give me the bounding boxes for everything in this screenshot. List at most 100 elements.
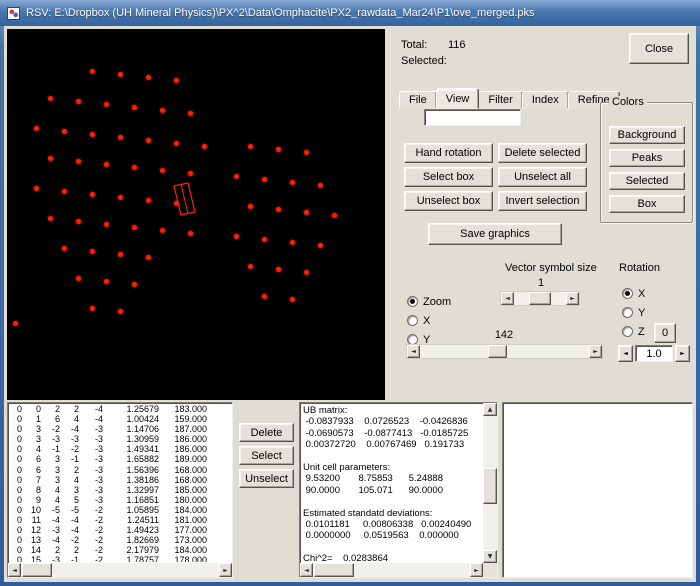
zoom-radio-zoom[interactable]: Zoom (407, 292, 451, 311)
tab-file[interactable]: File (399, 91, 437, 109)
list-cell: -3 (41, 434, 60, 444)
rotation-zero-button[interactable]: 0 (654, 323, 676, 343)
zoom-radio-x[interactable]: X (407, 311, 451, 330)
list-item[interactable]: 01422-22.17979184.000 (9, 545, 231, 555)
colors-background-button[interactable]: Background (609, 126, 685, 144)
list-item[interactable]: 0022-41.25679183.000 (9, 404, 231, 414)
radio-label: X (423, 315, 430, 327)
list-item[interactable]: 0164-41.00424159.000 (9, 414, 231, 424)
list-cell: 1.05895 (103, 505, 159, 515)
list-item[interactable]: 0843-31.32997185.000 (9, 485, 231, 495)
rotation-radio-y[interactable]: Y (622, 303, 645, 322)
list-item[interactable]: 015-3-1-21.78757178.000 (9, 555, 231, 562)
list-cell: 0 (9, 444, 22, 454)
list-item[interactable]: 011-4-4-21.24511181.000 (9, 515, 231, 525)
scrollbar-thumb[interactable] (488, 345, 507, 358)
peak-dot (248, 264, 253, 269)
delete-button[interactable]: Delete (239, 423, 294, 442)
list-cell: -2 (79, 535, 103, 545)
list-cell: 5 (60, 495, 79, 505)
close-button[interactable]: Close (629, 33, 689, 64)
peak-dot (90, 132, 95, 137)
info-panel[interactable] (502, 402, 693, 578)
list-cell: 186.000 (159, 434, 207, 444)
save-graphics-button[interactable]: Save graphics (428, 223, 562, 245)
results-vscrollbar[interactable]: ▲ ▼ (483, 403, 497, 563)
tab-filter[interactable]: Filter (478, 91, 522, 109)
tab-index[interactable]: Index (522, 91, 569, 109)
peak-dot (132, 165, 137, 170)
results-line: 0.00372720 0.00767469 0.191733 (303, 439, 482, 450)
list-item[interactable]: 010-5-5-21.05895184.000 (9, 505, 231, 515)
scrollbar-track[interactable] (21, 563, 219, 577)
value-input[interactable] (424, 109, 521, 126)
list-cell: 1.32997 (103, 485, 159, 495)
colors-box-button[interactable]: Box (609, 195, 685, 213)
step-value-field[interactable]: 1.0 (635, 345, 673, 362)
results-line: 90.0000 105.071 90.0000 (303, 485, 482, 496)
step-decrease-icon[interactable]: ◄ (618, 345, 633, 362)
scrollbar-track[interactable] (420, 345, 589, 358)
list-item[interactable]: 0734-31.38186168.000 (9, 475, 231, 485)
hand-rotation-button[interactable]: Hand rotation (404, 143, 493, 163)
peak-list[interactable]: 0022-41.25679183.0000164-41.00424159.000… (7, 402, 233, 578)
list-cell: 3 (41, 454, 60, 464)
list-item[interactable]: 063-1-31.65882189.000 (9, 454, 231, 464)
scrollbar-track[interactable] (313, 563, 470, 577)
rotation-radio-x[interactable]: X (622, 284, 645, 303)
scrollbar-track[interactable] (483, 416, 497, 550)
list-cell: 0 (9, 545, 22, 555)
scrollbar-thumb[interactable] (314, 563, 354, 577)
list-cell: 178.000 (159, 555, 207, 562)
list-item[interactable]: 04-1-2-31.49341186.000 (9, 444, 231, 454)
peak-list-hscrollbar[interactable]: ◄ ► (8, 563, 232, 577)
delete-selected-button[interactable]: Delete selected (498, 143, 587, 163)
scroll-right-icon[interactable]: ► (470, 563, 483, 577)
list-cell: 4 (41, 485, 60, 495)
results-panel[interactable]: UB matrix: -0.0837933 0.0726523 -0.04268… (299, 402, 498, 578)
select-button[interactable]: Select (239, 446, 294, 465)
scrollbar-thumb[interactable] (22, 563, 52, 577)
results-line: -0.0837933 0.0726523 -0.0426836 (303, 416, 482, 427)
scrollbar-thumb[interactable] (483, 468, 497, 504)
title-bar[interactable]: RSV: E:\Dropbox (UH Mineral Physics)\PX^… (0, 0, 700, 26)
peak-dot (248, 204, 253, 209)
scroll-right-icon[interactable]: ► (589, 345, 602, 358)
scroll-right-icon[interactable]: ► (566, 292, 579, 305)
list-item[interactable]: 013-4-2-21.82669173.000 (9, 535, 231, 545)
list-item[interactable]: 0632-31.56396168.000 (9, 465, 231, 475)
step-increase-icon[interactable]: ► (675, 345, 690, 362)
peak-dot (174, 201, 179, 206)
rotation-radio-z[interactable]: Z (622, 322, 645, 341)
invert-selection-button[interactable]: Invert selection (498, 191, 587, 211)
tab-view[interactable]: View (436, 88, 480, 109)
results-hscrollbar[interactable]: ◄ ► (300, 563, 483, 577)
vector-size-scrollbar[interactable]: ◄ ► (500, 291, 580, 306)
scroll-left-icon[interactable]: ◄ (300, 563, 313, 577)
colors-selected-button[interactable]: Selected (609, 172, 685, 190)
scroll-left-icon[interactable]: ◄ (8, 563, 21, 577)
scroll-left-icon[interactable]: ◄ (407, 345, 420, 358)
list-item[interactable]: 012-3-4-21.49423177.000 (9, 525, 231, 535)
scrollbar-thumb[interactable] (529, 292, 551, 305)
list-cell: 12 (22, 525, 41, 535)
unselect-box-button[interactable]: Unselect box (404, 191, 493, 211)
unselect-all-button[interactable]: Unselect all (498, 167, 587, 187)
colors-peaks-button[interactable]: Peaks (609, 149, 685, 167)
list-item[interactable]: 03-3-3-31.30959186.000 (9, 434, 231, 444)
list-item[interactable]: 0945-31.16851180.000 (9, 495, 231, 505)
peak-dot (188, 171, 193, 176)
scrollbar-track[interactable] (514, 292, 566, 305)
peak-canvas[interactable] (7, 29, 385, 400)
scroll-down-icon[interactable]: ▼ (483, 550, 497, 563)
scroll-right-icon[interactable]: ► (219, 563, 232, 577)
unselect-button[interactable]: Unselect (239, 469, 294, 488)
scroll-up-icon[interactable]: ▲ (483, 403, 497, 416)
peak-dot (90, 69, 95, 74)
select-box-button[interactable]: Select box (404, 167, 493, 187)
list-cell: -3 (79, 465, 103, 475)
list-cell: 0 (9, 485, 22, 495)
list-item[interactable]: 03-2-4-31.14706187.000 (9, 424, 231, 434)
scroll-left-icon[interactable]: ◄ (501, 292, 514, 305)
view-scrollbar[interactable]: ◄ ► (406, 344, 603, 359)
